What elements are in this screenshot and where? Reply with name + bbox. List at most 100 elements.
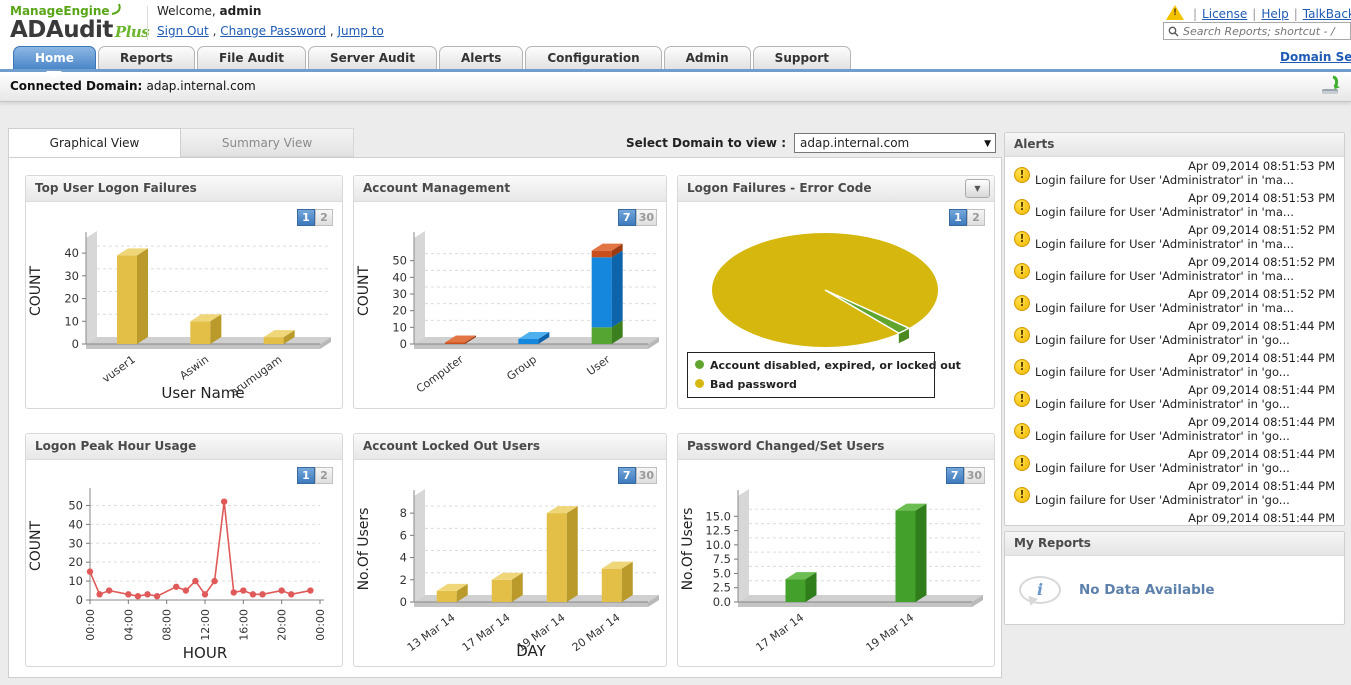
chart-title-top-user-logon-failures: Top User Logon Failures <box>26 176 342 202</box>
alert-item: Apr 09,2014 08:51:44 PM! Login failure fo… <box>1005 317 1344 349</box>
top-link-talkback[interactable]: TalkBack <box>1303 7 1351 21</box>
alert-item: Apr 09,2014 08:51:52 PM! Login failure fo… <box>1005 285 1344 317</box>
pager-button-30[interactable]: 30 <box>635 467 657 484</box>
pager-button-7[interactable]: 7 <box>945 467 964 484</box>
svg-text:20 Mar 14: 20 Mar 14 <box>570 611 623 654</box>
pager-button-2[interactable]: 2 <box>967 209 985 226</box>
password-changed-set-users-chart: 0.02.55.07.510.012.515.0 17 Mar 14 19 Mar … <box>680 489 983 654</box>
chart-pager: 7 30 <box>945 467 985 484</box>
alert-timestamp: Apr 09,2014 08:51:44 PM <box>1188 511 1335 525</box>
alert-item: Apr 09,2014 08:51:52 PM! Login failure fo… <box>1005 221 1344 253</box>
legend-row: Bad password <box>695 375 927 394</box>
nav-tab-admin[interactable]: Admin <box>663 46 751 69</box>
svg-text:50: 50 <box>392 254 407 268</box>
no-data-text: No Data Available <box>1079 582 1215 598</box>
chart-pager: 7 30 <box>617 209 657 226</box>
alert-message: Login failure for User 'Administrator' i… <box>1035 493 1290 507</box>
chart-menu-button[interactable]: ▼ <box>965 179 990 198</box>
pager-button-1[interactable]: 1 <box>297 467 315 484</box>
alert-timestamp: Apr 09,2014 08:51:52 PM <box>1188 223 1335 237</box>
alert-warning-icon: ! <box>1014 263 1030 279</box>
account-locked-out-users-chart: 0246813 Mar 14 17 Mar 14 19 Mar 14 20 Mar 1… <box>356 489 659 660</box>
top-link-license[interactable]: License <box>1202 7 1247 21</box>
pager-button-30[interactable]: 30 <box>635 209 657 226</box>
alerts-list: Apr 09,2014 08:51:53 PM! Login failure fo… <box>1005 157 1344 525</box>
nav-tab-file-audit[interactable]: File Audit <box>196 46 306 69</box>
alert-warning-icon: ! <box>1014 359 1030 375</box>
pager-button-2[interactable]: 2 <box>315 467 333 484</box>
view-tabs: Graphical View Summary View <box>8 128 354 157</box>
chart-panel-logon-failures-error-code: Logon Failures - Error Code ▼ 1 2 Account di… <box>677 175 995 409</box>
search-input[interactable] <box>1183 24 1346 38</box>
svg-text:Computer: Computer <box>414 353 466 396</box>
domain-settings-link[interactable]: Domain Settings <box>1280 50 1351 64</box>
info-bubble-icon: i <box>1019 576 1061 604</box>
export-icon[interactable] <box>1319 75 1343 100</box>
warning-glyph: ! <box>1172 8 1178 18</box>
svg-text:00:00: 00:00 <box>314 609 327 641</box>
alert-item: Apr 09,2014 08:51:53 PM! Login failure fo… <box>1005 157 1344 189</box>
alert-warning-icon: ! <box>1014 295 1030 311</box>
pager-button-1[interactable]: 1 <box>297 209 315 226</box>
session-link-sign-out[interactable]: Sign Out <box>157 24 209 38</box>
session-link-jump-to[interactable]: Jump to <box>337 24 383 38</box>
alert-message: Login failure for User 'Administrator' i… <box>1035 205 1294 219</box>
svg-text:10: 10 <box>64 314 79 328</box>
svg-text:20: 20 <box>68 555 83 569</box>
svg-text:8: 8 <box>400 506 407 520</box>
session-link-change-password[interactable]: Change Password <box>220 24 326 38</box>
legend-dot <box>695 379 704 388</box>
alert-item: Apr 09,2014 08:51:44 PM! Login failure fo… <box>1005 477 1344 509</box>
nav-tab-reports[interactable]: Reports <box>97 46 195 69</box>
chart-body-account-locked-out-users: 7 30 0 2 4 6 8 13 Mar 14 17 Mar 14 19 Mar 14 20 Ma… <box>354 460 666 666</box>
nav-tab-configuration[interactable]: Configuration <box>525 46 662 69</box>
view-tab-graphical-view[interactable]: Graphical View <box>8 128 181 157</box>
alert-warning-icon: ! <box>1014 423 1030 439</box>
view-tab-summary-view[interactable]: Summary View <box>181 128 354 157</box>
svg-text:30: 30 <box>64 269 79 283</box>
alert-warning-icon: ! <box>1014 199 1030 215</box>
svg-text:No.Of Users: No.Of Users <box>356 508 372 591</box>
my-reports-panel: My Reports i No Data Available <box>1004 531 1345 625</box>
nav-tab-home[interactable]: Home <box>13 46 96 79</box>
alert-timestamp: Apr 09,2014 08:51:44 PM <box>1188 383 1335 397</box>
svg-text:No.Of Users: No.Of Users <box>680 508 696 591</box>
chart-pager: 12 <box>297 467 333 484</box>
svg-text:50: 50 <box>68 498 83 512</box>
alert-warning-icon: ! <box>1014 167 1030 183</box>
pager-button-7[interactable]: 7 <box>617 209 636 226</box>
svg-text:Aswin: Aswin <box>177 353 211 383</box>
nav-tab-support[interactable]: Support <box>752 46 851 69</box>
svg-text:0.0: 0.0 <box>713 595 731 609</box>
svg-text:0: 0 <box>400 595 407 609</box>
svg-text:HOUR: HOUR <box>183 644 228 662</box>
svg-text:10.0: 10.0 <box>705 538 731 552</box>
pager-button-2[interactable]: 2 <box>315 209 333 226</box>
nav-tab-server-audit[interactable]: Server Audit <box>307 46 437 69</box>
link-separator: | <box>1193 7 1198 21</box>
alert-message: Login failure for User 'Administrator' i… <box>1035 397 1290 411</box>
alerts-panel: Alerts Apr 09,2014 08:51:53 PM! Login fai… <box>1004 132 1345 526</box>
pager-button-30[interactable]: 30 <box>963 467 985 484</box>
pager-button-7[interactable]: 7 <box>617 467 636 484</box>
svg-text:30: 30 <box>68 536 83 550</box>
domain-select-label: Select Domain to view : <box>626 135 786 150</box>
alert-message: Login failure for User 'Administrator' i… <box>1035 301 1294 315</box>
svg-text:15.0: 15.0 <box>705 509 731 523</box>
legend-row: Account disabled, expired, or locked out <box>695 356 961 375</box>
svg-text:19 Mar 14: 19 Mar 14 <box>864 611 917 654</box>
top-link-help[interactable]: Help <box>1261 7 1288 21</box>
logon-peak-hour-usage-chart: 0 10 20 30 40 50 00:00 04:00 08:00 12:00 16:00 20:0… <box>28 488 327 662</box>
svg-text:0: 0 <box>72 337 79 351</box>
logo-company: ManageEngine <box>10 3 149 18</box>
pager-button-1[interactable]: 1 <box>949 209 967 226</box>
nav-tab-alerts[interactable]: Alerts <box>439 46 524 69</box>
chart-panel-account-management: Account Management 7 30 0 10 20 30 40 50 Computer… <box>353 175 667 409</box>
svg-text:7.5: 7.5 <box>713 552 731 566</box>
dashboard-container: Graphical View Summary View Select Domain… <box>8 128 1002 678</box>
logon-failures-error-code-chart <box>712 233 938 347</box>
svg-text:0: 0 <box>400 337 407 351</box>
svg-text:Group: Group <box>504 353 539 383</box>
chart-panel-logon-peak-hour-usage: Logon Peak Hour Usage 1 2 0 10 20 30 40 50 00:00 0… <box>25 433 343 667</box>
domain-select-dropdown[interactable]: adap.internal.com ▼ <box>794 133 996 153</box>
